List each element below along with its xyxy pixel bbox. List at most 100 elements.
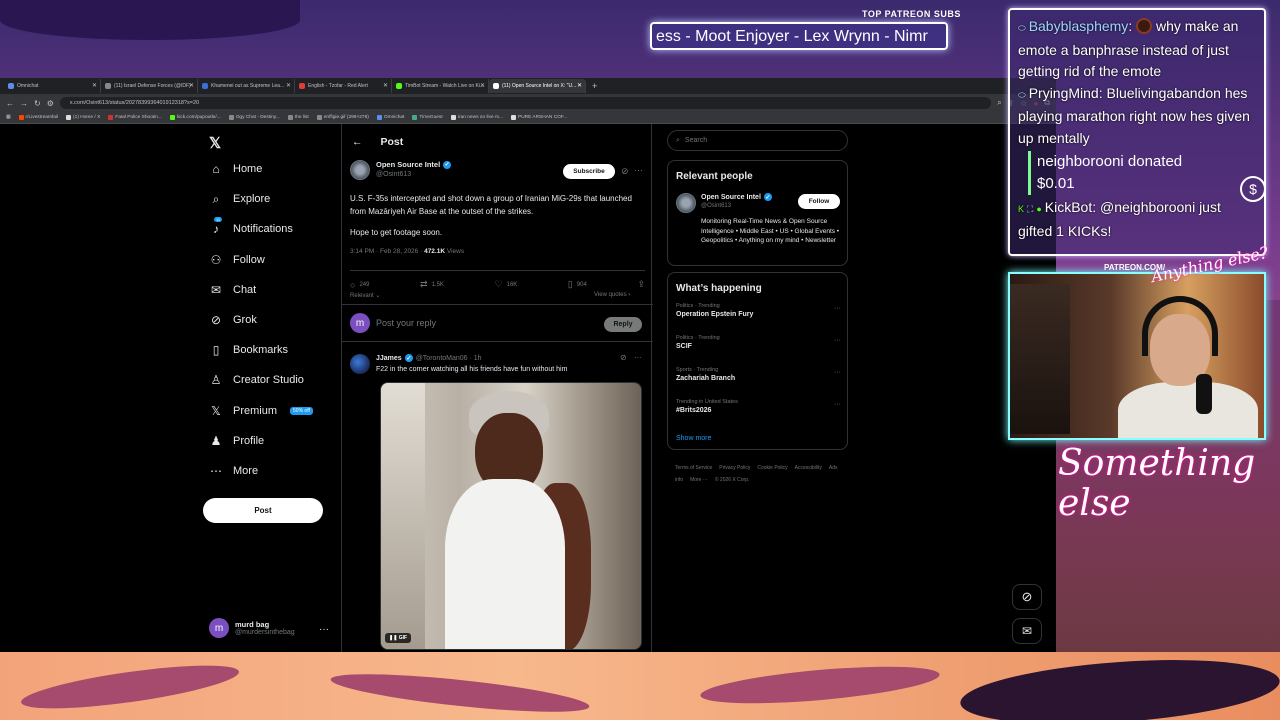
more-icon[interactable]: ··· [834, 369, 841, 376]
site-info-icon[interactable]: ⚙ [47, 99, 54, 108]
gif-media[interactable]: ❚❚ GIF [380, 382, 642, 650]
sort-dropdown[interactable]: Relevant ⌄ [350, 292, 380, 299]
close-icon[interactable]: ✕ [577, 82, 582, 89]
search-input[interactable]: ⌕ Search [667, 130, 848, 151]
avatar[interactable] [676, 193, 696, 213]
zoom-icon[interactable]: ⌕ [997, 98, 1001, 108]
bookmark-item[interactable]: Ogy Chat - Destiny... [228, 115, 280, 120]
bookmark-item[interactable]: kick.com/pupoutle/... [169, 115, 221, 120]
author-handle[interactable]: @Osint613 [376, 171, 451, 178]
person-handle[interactable]: @Osint613 [701, 203, 731, 209]
close-icon[interactable]: ✕ [480, 82, 485, 89]
grok-icon[interactable]: ⊘ [1012, 584, 1042, 610]
nav-item-grok[interactable]: ⊘ Grok [209, 311, 257, 329]
more-icon[interactable]: ··· [834, 401, 841, 408]
bookmark-item[interactable]: TimeGuesr [412, 115, 443, 120]
messages-icon[interactable]: ✉ [1012, 618, 1042, 644]
reply-action[interactable]: ○ 249 [350, 280, 369, 290]
more-icon[interactable]: ··· [834, 305, 841, 312]
like-action[interactable]: ♡ 16K [495, 279, 518, 290]
nav-item-chat[interactable]: ✉ Chat [209, 281, 256, 299]
bookmarks-grid-icon[interactable]: ▦ [6, 115, 11, 120]
close-icon[interactable]: ✕ [383, 82, 388, 89]
reload-icon[interactable]: ↻ [34, 99, 41, 108]
more-icon[interactable]: ··· [634, 165, 643, 175]
back-arrow-icon[interactable]: ← [352, 136, 363, 148]
nav-item-profile[interactable]: ♟ Profile [209, 432, 265, 450]
footer-link[interactable]: Privacy Policy [719, 465, 750, 471]
share-action[interactable]: ⇪ [637, 279, 645, 290]
bookmark-item[interactable]: PURE ARSHAN COF... [511, 115, 567, 120]
bookmark-item[interactable]: iran news on live m... [450, 115, 503, 120]
nav-item-notifications[interactable]: ♪ 11 Notifications [209, 217, 293, 238]
card-title: Relevant people [676, 171, 753, 182]
follow-button[interactable]: Follow [798, 194, 840, 209]
nav-item-more[interactable]: ⋯ More [209, 462, 258, 480]
trend-item[interactable]: Sports · Trending Zachariah Branch ··· [676, 367, 841, 382]
bookmark-label: TimeGuesr [419, 115, 443, 120]
close-icon[interactable]: ✕ [92, 82, 97, 89]
tab[interactable]: English - Tzofar - Red Alert ✕ [295, 79, 392, 93]
nav-item-home[interactable]: ⌂ Home [209, 160, 262, 178]
tab[interactable]: Khamenei out as Supreme Lea... ✕ [198, 79, 295, 93]
avatar[interactable] [350, 160, 370, 180]
repost-action[interactable]: ⇄ 1.5K [420, 279, 444, 290]
nav-item-creator-studio[interactable]: ♙ Creator Studio [209, 371, 304, 389]
bookmark-action[interactable]: ▯ 904 [568, 279, 587, 290]
author-name[interactable]: Open Source Intel [376, 160, 440, 169]
bookmark-item[interactable]: enffigie.gif (299×278) [316, 115, 369, 120]
tab[interactable]: Omnichat ✕ [4, 79, 101, 93]
nav-item-bookmarks[interactable]: ▯ Bookmarks [209, 341, 288, 359]
footer-link[interactable]: Cookie Policy [757, 465, 787, 471]
show-more-link[interactable]: Show more [676, 435, 711, 442]
overlay-signature: Something else [1058, 443, 1256, 524]
reply-button[interactable]: Reply [604, 317, 642, 332]
trend-item[interactable]: Politics · Trending Operation Epstein Fur… [676, 303, 841, 318]
x-logo-icon[interactable]: 𝕏 [209, 134, 221, 152]
footer-link[interactable]: © 2026 X Corp. [715, 477, 750, 483]
forward-icon[interactable]: → [20, 99, 28, 108]
reply-input[interactable]: Post your reply [376, 318, 436, 328]
bookmark-item[interactable]: Fatal Police Shootin... [108, 115, 162, 120]
close-icon[interactable]: ✕ [286, 82, 291, 89]
subscribe-button[interactable]: Subscribe [563, 164, 615, 179]
tab[interactable]: (11) Open Source Intel on X: "U... ✕ [489, 79, 586, 93]
gif-badge[interactable]: ❚❚ GIF [385, 633, 412, 643]
tab[interactable]: TimBot Stream - Watch Live on Ki... ✕ [392, 79, 489, 93]
bookmark-item[interactable]: the list [287, 115, 309, 120]
grok-icon[interactable]: ⊘ [620, 353, 627, 362]
reply-author[interactable]: JJames ✓ @TorontoMan06 · 1h [376, 354, 482, 362]
bookmark-item[interactable]: r/Livestreamfail [18, 115, 58, 120]
post-button[interactable]: Post [203, 498, 323, 523]
nav-item-premium[interactable]: 𝕏 Premium 50% off [209, 402, 313, 420]
url-field[interactable]: x.com/Osint613/status/202783993640191231… [59, 97, 992, 109]
avatar[interactable] [350, 354, 370, 374]
footer-link[interactable]: Terms of Service [675, 465, 712, 471]
post-author[interactable]: Open Source Intel ✓ @Osint613 [350, 160, 452, 180]
bookmark-favicon-icon [169, 115, 175, 120]
more-icon[interactable]: ··· [834, 337, 841, 344]
back-icon[interactable]: ← [6, 99, 14, 108]
account-switcher[interactable]: m murd bag @murdersinthebag [209, 618, 295, 638]
person-name[interactable]: Open Source Intel ✓ [701, 193, 772, 201]
grok-icon[interactable]: ⊘ [621, 166, 629, 177]
nav-item-explore[interactable]: ⌕ Explore [209, 190, 271, 208]
tab[interactable]: (11) Israel Defense Forces (@IDF) ✕ [101, 79, 198, 93]
nav-item-follow[interactable]: ⚇ Follow [209, 251, 265, 269]
reply-author-handle[interactable]: @TorontoMan06 · 1h [416, 355, 482, 362]
bookmark-item[interactable]: (1) Home / X [66, 115, 100, 120]
bookmark-favicon-icon [376, 115, 382, 120]
post-time[interactable]: 3:14 PM · Feb 28, 2026 · [350, 248, 424, 255]
close-icon[interactable]: ✕ [189, 82, 194, 89]
chat-platform-icon: ⬭ [1018, 23, 1026, 33]
trend-item[interactable]: Trending in United States #Brits2026 ··· [676, 399, 841, 414]
more-icon[interactable]: ··· [634, 353, 642, 362]
view-quotes-link[interactable]: View quotes › [594, 292, 630, 298]
footer-link[interactable]: Accessibility [795, 465, 822, 471]
new-tab-icon[interactable]: + [592, 81, 597, 91]
trend-item[interactable]: Politics · Trending SCIF ··· [676, 335, 841, 350]
reply-author-name[interactable]: JJames [376, 355, 402, 362]
bookmark-item[interactable]: Omnichat [376, 115, 404, 120]
footer-link[interactable]: More ··· [690, 477, 708, 483]
more-icon[interactable]: ··· [319, 624, 329, 635]
